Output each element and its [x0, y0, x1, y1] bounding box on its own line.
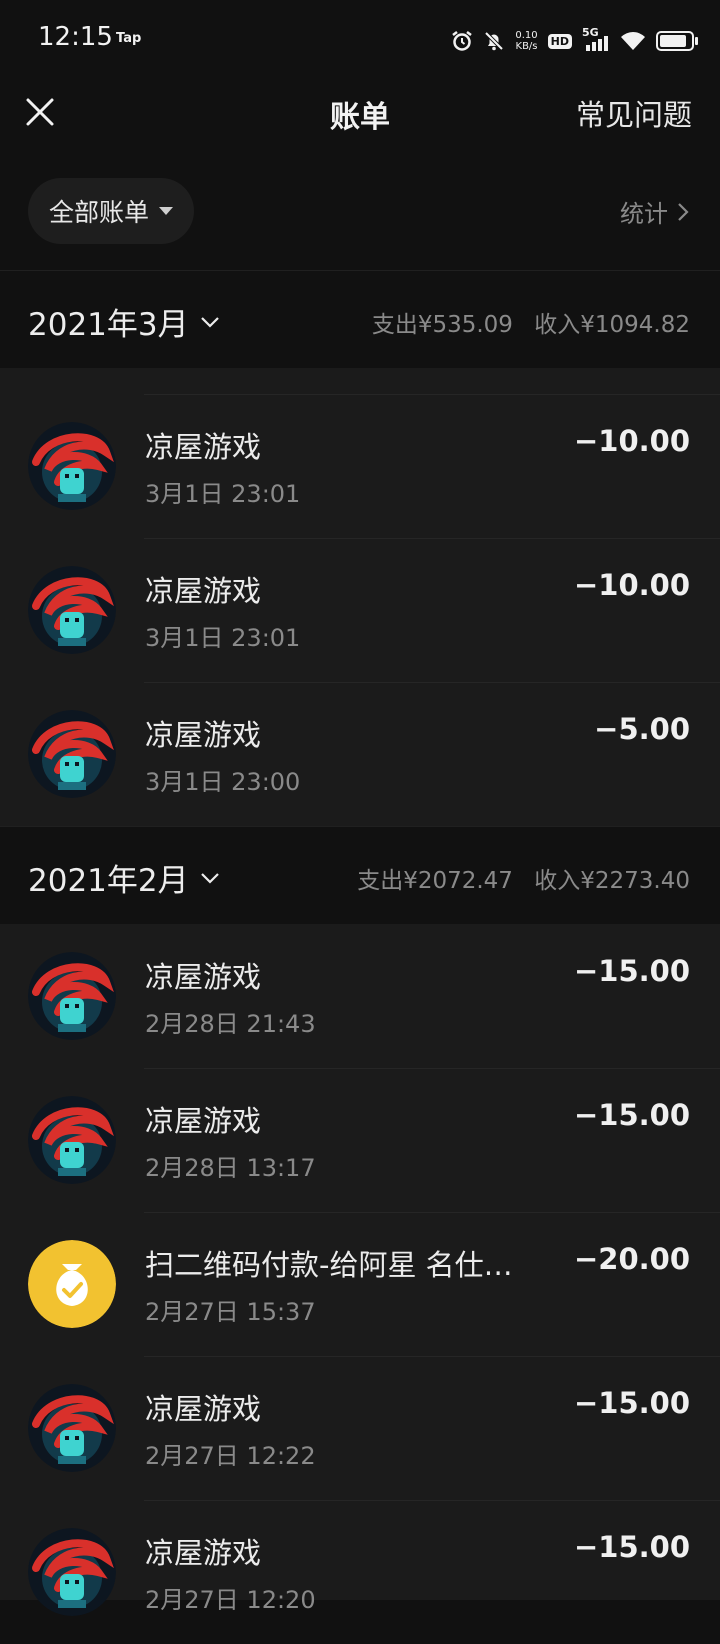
battery-icon: [656, 31, 698, 51]
chevron-down-icon: [200, 872, 219, 884]
status-time: 12:15: [38, 22, 113, 52]
transaction-time: 3月1日 23:01: [145, 624, 301, 652]
mute-bell-icon: [484, 31, 504, 51]
transaction-time: 3月1日 23:00: [145, 768, 301, 796]
game-avatar-icon: [28, 1096, 116, 1184]
transaction-item[interactable]: 凉屋游戏 2月28日 21:43 −15.00: [0, 924, 720, 1068]
net-speed: 0.10 KB/s: [515, 30, 538, 52]
caret-down-icon: [159, 207, 173, 215]
month-summary: 支出¥535.09 收入¥1094.82: [358, 305, 690, 339]
close-button[interactable]: [18, 90, 62, 134]
transaction-amount: −15.00: [573, 954, 690, 988]
transaction-amount: −5.00: [594, 712, 690, 746]
month-expense: 支出¥535.09: [371, 312, 513, 338]
transaction-amount: −15.00: [573, 1530, 690, 1564]
close-icon: [26, 98, 54, 126]
month-label: 2021年2月: [28, 863, 189, 899]
game-avatar-icon: [28, 422, 116, 510]
transaction-item[interactable]: 凉屋游戏 2月28日 13:17 −15.00: [0, 1068, 720, 1212]
month-selector[interactable]: 2021年2月: [28, 855, 221, 900]
signal-icon: 5G: [582, 26, 610, 52]
transaction-amount: −15.00: [573, 1098, 690, 1132]
transaction-amount: −20.00: [573, 1242, 690, 1276]
transaction-amount: −10.00: [573, 568, 690, 602]
merchant-name: 凉屋游戏: [145, 718, 262, 752]
transaction-item[interactable]: 扫二维码付款-给阿星 名仕… 2月27日 15:37 −20.00: [0, 1212, 720, 1356]
transaction-item[interactable]: 凉屋游戏 2月27日 12:22 −15.00: [0, 1356, 720, 1500]
transaction-time: 2月27日 12:22: [145, 1442, 316, 1470]
month-expense: 支出¥2072.47: [357, 868, 513, 894]
stats-link[interactable]: 统计: [620, 194, 690, 229]
hd-badge: HD: [547, 33, 572, 49]
month-header-2021-03: 2021年3月 支出¥535.09 收入¥1094.82: [0, 270, 720, 369]
bill-filter-dropdown[interactable]: 全部账单: [28, 178, 194, 244]
alarm-icon: [452, 31, 473, 51]
game-avatar-icon: [28, 952, 116, 1040]
merchant-name: 扫二维码付款-给阿星 名仕…: [145, 1248, 513, 1282]
money-bag-icon: [28, 1240, 116, 1328]
transaction-time: 2月28日 13:17: [145, 1154, 316, 1182]
status-icons: 0.10 KB/s HD 5G: [451, 24, 698, 58]
month-selector[interactable]: 2021年3月: [28, 299, 221, 344]
merchant-name: 凉屋游戏: [145, 960, 262, 994]
notification-tap-icon: Tap: [116, 31, 142, 46]
merchant-name: 凉屋游戏: [145, 1104, 262, 1138]
transaction-list-2021-03: 凉屋游戏 3月1日 23:01 −10.00 凉屋游戏 3月1日 23:01 −…: [0, 368, 720, 826]
month-summary: 支出¥2072.47 收入¥2273.40: [343, 861, 690, 895]
transaction-item[interactable]: 凉屋游戏 2月27日 12:20 −15.00: [0, 1500, 720, 1644]
merchant-name: 凉屋游戏: [145, 1392, 262, 1426]
transaction-time: 2月28日 21:43: [145, 1010, 316, 1038]
chevron-right-icon: [678, 202, 689, 221]
status-bar: 12:15 Tap 0.10 KB/s HD 5G: [0, 0, 720, 80]
stats-label: 统计: [620, 200, 668, 228]
month-income: 收入¥1094.82: [534, 312, 690, 338]
faq-link[interactable]: 常见问题: [576, 92, 692, 134]
month-header-2021-02: 2021年2月 支出¥2072.47 收入¥2273.40: [0, 826, 720, 925]
wifi-icon: [621, 32, 645, 50]
game-avatar-icon: [28, 1384, 116, 1472]
merchant-name: 凉屋游戏: [145, 574, 262, 608]
month-label: 2021年3月: [28, 307, 189, 343]
transaction-time: 2月27日 15:37: [145, 1298, 316, 1326]
header: 账单 常见问题: [0, 80, 720, 180]
chevron-down-icon: [200, 316, 219, 328]
merchant-name: 凉屋游戏: [145, 1536, 262, 1570]
transaction-list-2021-02: 凉屋游戏 2月28日 21:43 −15.00 凉屋游戏 2月28日 13:17…: [0, 924, 720, 1616]
transaction-item[interactable]: 凉屋游戏 3月1日 23:01 −10.00: [0, 538, 720, 682]
bill-filter-label: 全部账单: [48, 198, 149, 227]
transaction-item[interactable]: 凉屋游戏 3月1日 23:00 −5.00: [0, 682, 720, 826]
game-avatar-icon: [28, 1528, 116, 1616]
transaction-amount: −10.00: [573, 424, 690, 458]
month-income: 收入¥2273.40: [534, 868, 690, 894]
transaction-amount: −15.00: [573, 1386, 690, 1420]
transaction-time: 2月27日 12:20: [145, 1586, 316, 1614]
transaction-item[interactable]: 凉屋游戏 3月1日 23:01 −10.00: [0, 394, 720, 538]
merchant-name: 凉屋游戏: [145, 430, 262, 464]
game-avatar-icon: [28, 710, 116, 798]
transaction-time: 3月1日 23:01: [145, 480, 301, 508]
game-avatar-icon: [28, 566, 116, 654]
